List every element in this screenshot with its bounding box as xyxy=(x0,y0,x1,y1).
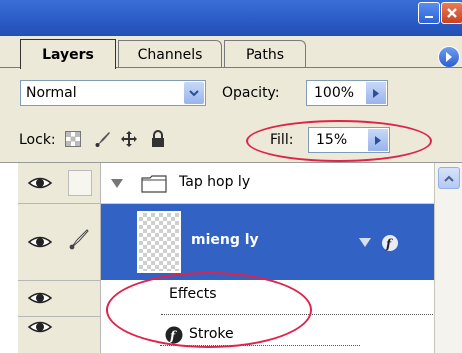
folder-icon xyxy=(141,175,167,193)
brush-lock-icon[interactable] xyxy=(94,130,112,148)
opacity-label: Opacity: xyxy=(222,85,280,101)
row-divider xyxy=(18,316,100,317)
tab-layers[interactable]: Layers xyxy=(20,39,116,69)
effects-row[interactable]: Effects xyxy=(101,280,434,316)
row-divider xyxy=(18,280,100,281)
close-icon xyxy=(447,8,457,18)
link-box[interactable] xyxy=(68,170,92,196)
tab-bar: Layers Channels Paths xyxy=(0,36,462,69)
lock-label: Lock: xyxy=(19,132,56,148)
close-button[interactable] xyxy=(441,2,462,24)
transparent-pixels-lock-icon[interactable] xyxy=(64,130,82,148)
fill-value: 15% xyxy=(316,132,348,148)
vertical-scrollbar[interactable] xyxy=(434,163,462,353)
layer-row-selected[interactable]: mieng ly f xyxy=(101,204,434,280)
tab-channels[interactable]: Channels xyxy=(118,40,222,68)
chevron-up-icon xyxy=(444,175,454,182)
row-divider xyxy=(18,203,100,204)
eye-icon[interactable] xyxy=(28,291,52,305)
arrow-right-icon xyxy=(373,88,379,98)
brush-icon xyxy=(69,229,89,250)
fill-field[interactable]: 15% xyxy=(308,127,390,153)
blend-mode-select[interactable]: Normal xyxy=(20,80,206,106)
padlock-icon[interactable] xyxy=(149,130,167,148)
minimize-icon xyxy=(425,16,433,18)
layer-thumbnail xyxy=(137,211,181,273)
expand-triangle-icon[interactable] xyxy=(111,179,123,188)
blend-mode-value: Normal xyxy=(26,85,77,101)
eye-icon[interactable] xyxy=(28,176,52,190)
lock-row: Lock: Fill: 15% xyxy=(0,118,462,163)
opacity-value: 100% xyxy=(314,85,355,101)
dotted-divider xyxy=(161,314,435,315)
layers-panel: Layers Channels Paths Normal Opacity: 10… xyxy=(0,0,462,353)
chevron-down-icon[interactable] xyxy=(184,82,204,104)
blend-options-row: Normal Opacity: 100% xyxy=(0,68,462,118)
fill-slider-button[interactable] xyxy=(368,129,388,151)
eye-icon[interactable] xyxy=(28,235,52,249)
effects-label: Effects xyxy=(169,286,217,302)
layer-name: mieng ly xyxy=(191,232,259,248)
collapse-effects-triangle-icon[interactable] xyxy=(359,238,371,247)
arrow-right-icon xyxy=(375,135,381,145)
tab-paths[interactable]: Paths xyxy=(224,40,306,68)
layer-style-icon: f xyxy=(165,326,183,344)
minimize-button[interactable] xyxy=(418,2,440,24)
eye-icon[interactable] xyxy=(28,320,52,334)
dotted-divider xyxy=(160,345,360,346)
panel-menu-button[interactable] xyxy=(438,46,460,68)
stroke-effect-row[interactable]: f Stroke xyxy=(101,316,434,353)
group-name: Tap hop ly xyxy=(179,174,251,190)
layer-group-row[interactable]: Tap hop ly xyxy=(101,163,434,204)
fill-label: Fill: xyxy=(270,132,294,148)
layer-style-icon: f xyxy=(382,235,398,251)
scroll-up-button[interactable] xyxy=(438,167,460,189)
opacity-slider-button[interactable] xyxy=(366,82,386,104)
opacity-field[interactable]: 100% xyxy=(306,80,388,106)
stroke-label: Stroke xyxy=(189,326,234,342)
title-bar xyxy=(0,0,462,36)
move-lock-icon[interactable] xyxy=(120,130,138,148)
arrow-right-icon xyxy=(446,52,452,62)
